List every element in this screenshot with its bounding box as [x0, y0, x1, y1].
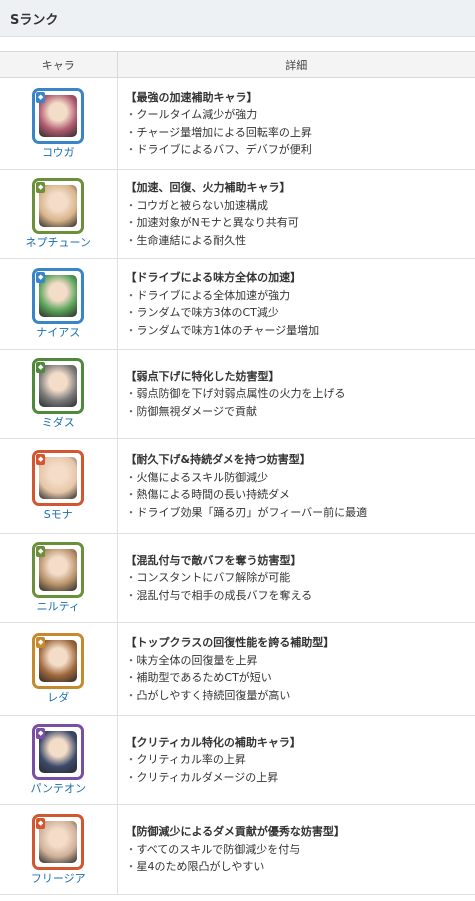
- detail-point: 生命連結による耐久性: [126, 232, 475, 250]
- detail-point: 熱傷による時間の長い持続ダメ: [126, 486, 475, 504]
- detail-point: 火傷によるスキル防御減少: [126, 469, 475, 487]
- detail-point: 混乱付与で相手の成長バフを奪える: [126, 587, 475, 605]
- character-name-link[interactable]: ナイアス: [0, 326, 117, 340]
- table-row: ◆パンテオン【クリティカル特化の補助キャラ】クリティカル率の上昇クリティカルダメ…: [0, 715, 475, 805]
- detail-cell: 【クリティカル特化の補助キャラ】クリティカル率の上昇クリティカルダメージの上昇: [117, 715, 475, 805]
- detail-point: ランダムで味方1体のチャージ量増加: [126, 322, 475, 340]
- detail-point: ドライブ効果「踊る刃」がフィーバー前に最適: [126, 504, 475, 522]
- detail-point: チャージ量増加による回転率の上昇: [126, 124, 475, 142]
- character-name-link[interactable]: フリージア: [0, 872, 117, 886]
- element-gem-icon: ◆: [36, 272, 46, 283]
- character-cell: ◆ コウガ: [0, 77, 118, 170]
- table-row: ◆レダ【トップクラスの回復性能を誇る補助型】味方全体の回復量を上昇補助型であるた…: [0, 622, 475, 716]
- table-row: ◆Sモナ【耐久下げ&持続ダメを持つ妨害型】火傷によるスキル防御減少熱傷による時間…: [0, 438, 475, 534]
- character-cell: ◆ ミダス: [0, 349, 118, 439]
- element-gem-icon: ◆: [36, 182, 46, 193]
- detail-point: ドライブによるバフ、デバフが便利: [126, 141, 475, 159]
- section-title: Sランク: [0, 0, 475, 37]
- table-row: ◆ミダス【弱点下げに特化した妨害型】弱点防御を下げ対弱点属性の火力を上げる防御無…: [0, 349, 475, 439]
- character-cell: ◆ パンテオン: [0, 715, 118, 805]
- element-gem-icon: ◆: [36, 817, 46, 829]
- detail-cell: 【トップクラスの回復性能を誇る補助型】味方全体の回復量を上昇補助型であるためCT…: [117, 622, 475, 716]
- detail-point: 味方全体の回復量を上昇: [126, 652, 475, 670]
- character-portrait-icon[interactable]: ◆: [32, 813, 85, 870]
- detail-point: クリティカルダメージの上昇: [126, 769, 475, 787]
- character-cell: ◆ Sモナ: [0, 438, 118, 534]
- character-name-link[interactable]: ネプチューン: [0, 236, 117, 250]
- detail-title: 【ドライブによる味方全体の加速】: [125, 271, 302, 284]
- detail-point: クールタイム減少が強力: [126, 106, 475, 124]
- table-row: ◆ニルティ【混乱付与で敵バフを奪う妨害型】コンスタントにバフ解除が可能混乱付与で…: [0, 533, 475, 623]
- detail-point: コウガと被らない加速構成: [126, 197, 475, 215]
- character-rank-table: キャラ 詳細 ◆コウガ【最強の加速補助キャラ】クールタイム減少が強力チャージ量増…: [0, 51, 475, 895]
- character-name-link[interactable]: ニルティ: [0, 600, 117, 614]
- detail-point: ランダムで味方3体のCT減少: [126, 304, 475, 322]
- table-row: ◆ナイアス【ドライブによる味方全体の加速】ドライブによる全体加速が強力ランダムで…: [0, 258, 475, 350]
- detail-cell: 【弱点下げに特化した妨害型】弱点防御を下げ対弱点属性の火力を上げる防御無視ダメー…: [117, 349, 475, 439]
- table-row: ◆コウガ【最強の加速補助キャラ】クールタイム減少が強力チャージ量増加による回転率…: [0, 77, 475, 170]
- character-cell: ◆ ニルティ: [0, 533, 118, 623]
- detail-title: 【トップクラスの回復性能を誇る補助型】: [125, 636, 335, 649]
- header-chara: キャラ: [0, 51, 118, 78]
- table-row: ◆ネプチューン【加速、回復、火力補助キャラ】コウガと被らない加速構成加速対象がN…: [0, 169, 475, 259]
- detail-point: 補助型であるためCTが短い: [126, 669, 475, 687]
- character-portrait-icon[interactable]: ◆: [32, 450, 85, 506]
- detail-title: 【防御減少によるダメ貢献が優秀な妨害型】: [125, 825, 345, 839]
- character-cell: ◆ ナイアス: [0, 258, 118, 350]
- detail-cell: 【混乱付与で敵バフを奪う妨害型】コンスタントにバフ解除が可能混乱付与で相手の成長…: [117, 533, 475, 623]
- header-detail: 詳細: [117, 51, 475, 78]
- character-name-link[interactable]: コウガ: [0, 146, 117, 160]
- character-name-link[interactable]: Sモナ: [0, 508, 117, 522]
- detail-point: 防御無視ダメージで貢献: [126, 403, 475, 421]
- detail-point: 弱点防御を下げ対弱点属性の火力を上げる: [126, 385, 475, 403]
- element-gem-icon: ◆: [36, 454, 46, 465]
- detail-cell: 【防御減少によるダメ貢献が優秀な妨害型】すべてのスキルで防御減少を付与星4のため…: [117, 804, 475, 895]
- element-gem-icon: ◆: [36, 546, 46, 557]
- character-portrait-icon[interactable]: ◆: [32, 87, 85, 144]
- table-header-row: キャラ 詳細: [0, 51, 475, 78]
- element-gem-icon: ◆: [36, 637, 46, 648]
- detail-cell: 【ドライブによる味方全体の加速】ドライブによる全体加速が強力ランダムで味方3体の…: [117, 258, 475, 350]
- detail-title: 【耐久下げ&持続ダメを持つ妨害型】: [125, 453, 311, 466]
- detail-point: すべてのスキルで防御減少を付与: [126, 841, 475, 859]
- character-cell: ◆ フリージア: [0, 804, 118, 895]
- detail-point: 星4のため限凸がしやすい: [126, 858, 475, 876]
- character-portrait-icon[interactable]: ◆: [32, 268, 85, 324]
- detail-title: 【最強の加速補助キャラ】: [125, 90, 258, 104]
- character-portrait-icon[interactable]: ◆: [32, 178, 85, 234]
- character-portrait-icon[interactable]: ◆: [32, 358, 85, 414]
- detail-point: 凸がしやすく持続回復量が高い: [126, 687, 475, 705]
- detail-title: 【加速、回復、火力補助キャラ】: [125, 181, 291, 194]
- element-gem-icon: ◆: [36, 362, 46, 373]
- character-name-link[interactable]: パンテオン: [0, 782, 117, 796]
- element-gem-icon: ◆: [36, 91, 46, 103]
- character-portrait-icon[interactable]: ◆: [32, 633, 85, 689]
- character-name-link[interactable]: ミダス: [0, 416, 117, 430]
- character-cell: ◆ レダ: [0, 622, 118, 716]
- detail-point: ドライブによる全体加速が強力: [126, 287, 475, 305]
- detail-point: クリティカル率の上昇: [126, 751, 475, 769]
- detail-point: 加速対象がNモナと異なり共有可: [126, 214, 475, 232]
- character-portrait-icon[interactable]: ◆: [32, 724, 85, 780]
- detail-point: コンスタントにバフ解除が可能: [126, 569, 475, 587]
- detail-cell: 【耐久下げ&持続ダメを持つ妨害型】火傷によるスキル防御減少熱傷による時間の長い持…: [117, 438, 475, 534]
- detail-title: 【弱点下げに特化した妨害型】: [125, 369, 280, 383]
- detail-title: 【混乱付与で敵バフを奪う妨害型】: [125, 553, 302, 567]
- character-name-link[interactable]: レダ: [0, 691, 117, 705]
- character-cell: ◆ ネプチューン: [0, 169, 118, 259]
- detail-cell: 【加速、回復、火力補助キャラ】コウガと被らない加速構成加速対象がNモナと異なり共…: [117, 169, 475, 259]
- character-portrait-icon[interactable]: ◆: [32, 542, 85, 598]
- detail-title: 【クリティカル特化の補助キャラ】: [125, 735, 301, 749]
- table-row: ◆フリージア【防御減少によるダメ貢献が優秀な妨害型】すべてのスキルで防御減少を付…: [0, 804, 475, 895]
- element-gem-icon: ◆: [36, 728, 46, 739]
- detail-cell: 【最強の加速補助キャラ】クールタイム減少が強力チャージ量増加による回転率の上昇ド…: [117, 77, 475, 170]
